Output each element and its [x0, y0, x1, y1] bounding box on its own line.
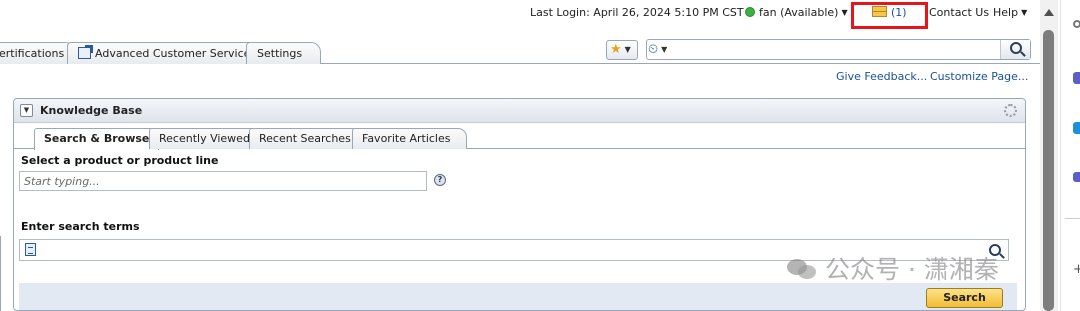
- product-input[interactable]: Start typing...: [19, 171, 427, 191]
- chevron-down-icon: ▼: [1021, 8, 1028, 17]
- global-search-input[interactable]: [646, 39, 1031, 60]
- panel-header: ▼ Knowledge Base: [14, 99, 1025, 123]
- history-icon: ⏲: [648, 42, 659, 57]
- tab-search-browse[interactable]: Search & Browse: [34, 128, 160, 150]
- history-button[interactable]: ⏲ ▼: [648, 40, 678, 60]
- tab-label: Advanced Customer Services: [95, 47, 257, 60]
- watermark-text: 公众号 · 潇湘秦: [825, 255, 999, 284]
- help-icon[interactable]: ?: [434, 174, 446, 186]
- tab-recent-searches[interactable]: Recent Searches: [249, 128, 361, 149]
- help-menu[interactable]: Help ▼: [993, 6, 1027, 19]
- search-action-bar: Search: [19, 283, 1017, 310]
- tab-favorite-articles[interactable]: Favorite Articles: [352, 128, 468, 149]
- kb-tab-bar: Search & Browse Recently Viewed Recent S…: [14, 128, 1025, 150]
- document-icon: [25, 243, 36, 256]
- customize-page-link[interactable]: Customize Page...: [930, 70, 1028, 83]
- contact-us-link[interactable]: Contact Us: [929, 6, 989, 19]
- chevron-down-icon: ▼: [661, 45, 668, 54]
- give-feedback-link[interactable]: Give Feedback...: [836, 70, 927, 83]
- favorites-star-icon: ★: [610, 42, 622, 57]
- highlight-box: [851, 2, 928, 29]
- external-link-icon: [78, 45, 93, 59]
- scroll-thumb[interactable]: [1043, 30, 1054, 311]
- side-app-icon[interactable]: [1073, 122, 1080, 134]
- search-button[interactable]: Search: [926, 288, 1003, 308]
- vertical-scrollbar[interactable]: [1040, 0, 1058, 311]
- search-icon: [1009, 42, 1022, 54]
- side-app-icon[interactable]: [1073, 72, 1080, 84]
- side-search-icon[interactable]: [1073, 20, 1080, 28]
- user-status-label: fan (Available): [759, 6, 839, 19]
- watermark: 公众号 · 潇湘秦: [787, 250, 999, 286]
- chevron-down-icon: ▼: [841, 8, 848, 17]
- tab-recently-viewed[interactable]: Recently Viewed: [149, 128, 260, 149]
- chevron-down-icon: ▼: [624, 45, 631, 54]
- tab-certifications[interactable]: ertifications: [0, 42, 76, 64]
- collapse-icon[interactable]: ▼: [20, 104, 33, 117]
- last-login-text: Last Login: April 26, 2024 5:10 PM CST: [530, 6, 744, 19]
- tab-settings[interactable]: Settings: [246, 42, 322, 64]
- favorites-button[interactable]: ★ ▼: [606, 40, 638, 60]
- status-available-icon: [745, 7, 755, 17]
- wechat-logo-icon: [787, 257, 817, 281]
- user-status-menu[interactable]: fan (Available) ▼: [745, 6, 848, 19]
- side-divider: [1065, 218, 1080, 219]
- left-edge-divider: [0, 236, 3, 311]
- side-add-icon[interactable]: +: [1073, 262, 1080, 277]
- product-label: Select a product or product line: [21, 154, 219, 167]
- help-menu-label: Help: [993, 6, 1019, 19]
- global-search-button[interactable]: [1000, 40, 1030, 59]
- gear-icon[interactable]: [1004, 104, 1017, 117]
- search-terms-label: Enter search terms: [21, 220, 140, 233]
- side-app-icon[interactable]: [1073, 172, 1080, 182]
- panel-title: Knowledge Base: [40, 104, 143, 117]
- side-strip: +: [1060, 0, 1080, 311]
- scroll-up-icon[interactable]: [1044, 9, 1054, 16]
- tab-advanced-customer-services[interactable]: Advanced Customer Services: [67, 42, 268, 64]
